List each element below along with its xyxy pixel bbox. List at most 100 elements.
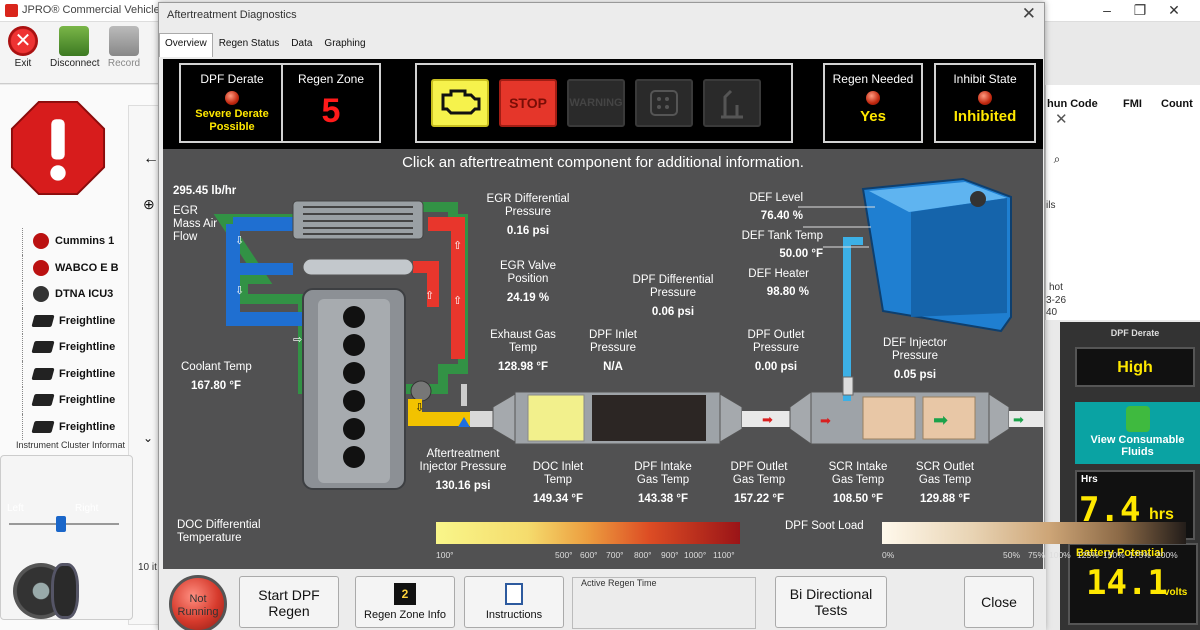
fault-code-panel [1045,85,1200,320]
dpf-derate-gauge-label: DPF Derate [1110,328,1160,338]
column-header-count[interactable]: Count [1161,98,1193,110]
record-button[interactable]: Record [104,26,144,69]
minimize-icon[interactable]: – [1093,2,1121,18]
stop-warning-icon [10,100,106,196]
dpf-outlet-temp-label[interactable]: DPF Outlet Gas Temp 157.22 °F [719,461,799,506]
dpf-filter-icon [650,90,678,116]
def-tank[interactable] [861,177,1012,333]
tab-graphing[interactable]: Graphing [318,33,371,57]
dialog-tabs: Overview Regen Status Data Graphing [159,33,372,57]
column-header-code[interactable]: hun Code [1047,98,1098,110]
def-tank-temp-value: 50.00 °F [779,248,823,260]
engine-block[interactable] [302,288,432,490]
egr-valve-position-value: 24.19 % [506,292,550,304]
dpf-diff-pressure-label[interactable]: DPF Differential Pressure 0.06 psi [618,274,728,319]
scr-intake-temp-label[interactable]: SCR Intake Gas Temp 108.50 °F [818,461,898,506]
exit-button[interactable]: ✕ Exit [6,26,40,69]
at-injector-pressure-label[interactable]: Aftertreatment Injector Pressure 130.16 … [418,448,508,493]
close-button[interactable]: Close [964,576,1034,628]
def-injector-pressure-label[interactable]: DEF Injector Pressure 0.05 psi [873,337,957,382]
doc-tick: 500° [555,550,573,560]
list-item[interactable]: Freightline [22,307,142,334]
list-item[interactable]: Freightline [22,387,142,414]
list-item[interactable]: Freightline [22,334,142,361]
text-fragment: hot [1049,282,1063,293]
dialog-title: Aftertreatment Diagnostics [167,9,297,21]
slider-thumb[interactable] [56,516,66,532]
def-heater-value: 98.80 % [766,286,809,298]
disconnect-icon [59,26,89,56]
doc-temperature-scale [436,522,740,544]
list-item[interactable]: WABCO E B [22,254,142,281]
svg-text:⇨: ⇨ [293,334,302,346]
dpf-outlet-pressure-label[interactable]: DPF Outlet Pressure 0.00 psi [731,329,821,374]
doc-scale-label: DOC Differential Temperature [177,519,261,544]
column-header-fmi[interactable]: FMI [1123,98,1142,110]
svg-text:⇧: ⇧ [425,290,434,302]
inhibit-state-panel[interactable]: Inhibit State Inhibited [934,63,1036,143]
def-line[interactable] [842,237,863,401]
bi-directional-tests-button[interactable]: Bi Directional Tests [775,576,887,628]
scr-outlet-temp-label[interactable]: SCR Outlet Gas Temp 129.88 °F [905,461,985,506]
doc-dpf-canister[interactable] [492,391,743,445]
list-item[interactable]: DTNA ICU3 [22,281,142,308]
hest-lamp [703,79,761,127]
maximize-icon[interactable]: ❐ [1126,2,1154,19]
regen-needed-panel[interactable]: Regen Needed Yes [823,63,923,143]
dpf-intake-temp-label[interactable]: DPF Intake Gas Temp 143.38 °F [623,461,703,506]
module-icon [31,394,55,407]
regen-zone-panel[interactable]: Regen Zone 5 [281,63,381,143]
close-window-icon[interactable]: ✕ [1160,2,1188,19]
dpf-derate-panel[interactable]: DPF Derate Severe Derate Possible [179,63,285,143]
exit-icon: ✕ [8,26,38,56]
coolant-temp-label[interactable]: Coolant Temp 167.80 °F [181,361,252,393]
module-icon [31,420,55,433]
dialog-button-bar: Not Running Start DPF Regen 2 Regen Zone… [159,569,1046,630]
svg-text:⇧: ⇧ [453,295,462,307]
exhaust-gas-temp-label[interactable]: Exhaust Gas Temp 128.98 °F [483,329,563,374]
close-icon[interactable]: ✕ [1055,110,1068,128]
svg-text:➡: ➡ [820,413,831,428]
chevron-down-icon[interactable]: ⌄ [143,431,153,445]
inhibit-state-title: Inhibit State [953,72,1017,86]
def-injector-pressure-value: 0.05 psi [893,369,937,381]
search-icon[interactable]: ⌕ [1045,146,1069,172]
slider-right-label: Right [75,503,99,514]
def-tank-temp-label[interactable]: DEF Tank Temp 50.00 °F [713,230,823,261]
def-heater-label[interactable]: DEF Heater 98.80 % [723,268,809,299]
doc-tick: 100° [436,550,454,560]
exhaust-gas-temp-value: 128.98 °F [498,361,548,373]
def-level-label[interactable]: DEF Level 76.40 % [723,192,803,223]
regen-zone-info-button[interactable]: 2 Regen Zone Info [355,576,455,628]
dpf-inlet-pressure-label[interactable]: DPF Inlet Pressure N/A [573,329,653,374]
maf-label[interactable]: EGR Mass Air Flow [173,205,217,244]
scr-canister[interactable]: ➡ ➡ [789,391,1010,445]
tab-overview[interactable]: Overview [159,33,213,57]
warning-lamps: STOP WARNING [415,63,793,143]
egr-valve-position-label[interactable]: EGR Valve Position 24.19 % [488,260,568,305]
egr-diff-pressure-label[interactable]: EGR Differential Pressure 0.16 psi [478,193,578,238]
instructions-button[interactable]: Instructions [464,576,564,628]
fluid-bottle-icon [1125,406,1150,432]
regen-needed-title: Regen Needed [832,72,914,86]
add-icon[interactable]: ⊕ [143,196,155,213]
tab-regen-status[interactable]: Regen Status [213,33,286,57]
disconnect-button[interactable]: Disconnect [50,26,99,69]
soot-tick: 100% [1049,550,1071,560]
text-fragment: 3-26 [1046,295,1067,306]
slider-left-label: Left [7,503,24,514]
svg-text:➡: ➡ [1013,412,1024,427]
back-arrow-icon[interactable]: ← [143,150,159,168]
start-dpf-regen-button[interactable]: Start DPF Regen [239,576,339,628]
list-item[interactable]: Freightline [22,413,142,440]
dialog-close-icon[interactable]: ✕ [1022,4,1036,24]
module-icon [31,341,55,354]
list-item[interactable]: Cummins 1 [22,228,142,255]
doc-inlet-temp-label[interactable]: DOC Inlet Temp 149.34 °F [518,461,598,506]
dpf-derate-led-icon [225,91,239,105]
list-item[interactable]: Freightline [22,360,142,387]
view-consumable-fluids-button[interactable]: View Consumable Fluids [1075,402,1200,464]
balance-slider-panel: Left Right [0,455,133,620]
tab-data[interactable]: Data [285,33,318,57]
instrument-cluster-label: Instrument Cluster Informat [16,440,126,450]
